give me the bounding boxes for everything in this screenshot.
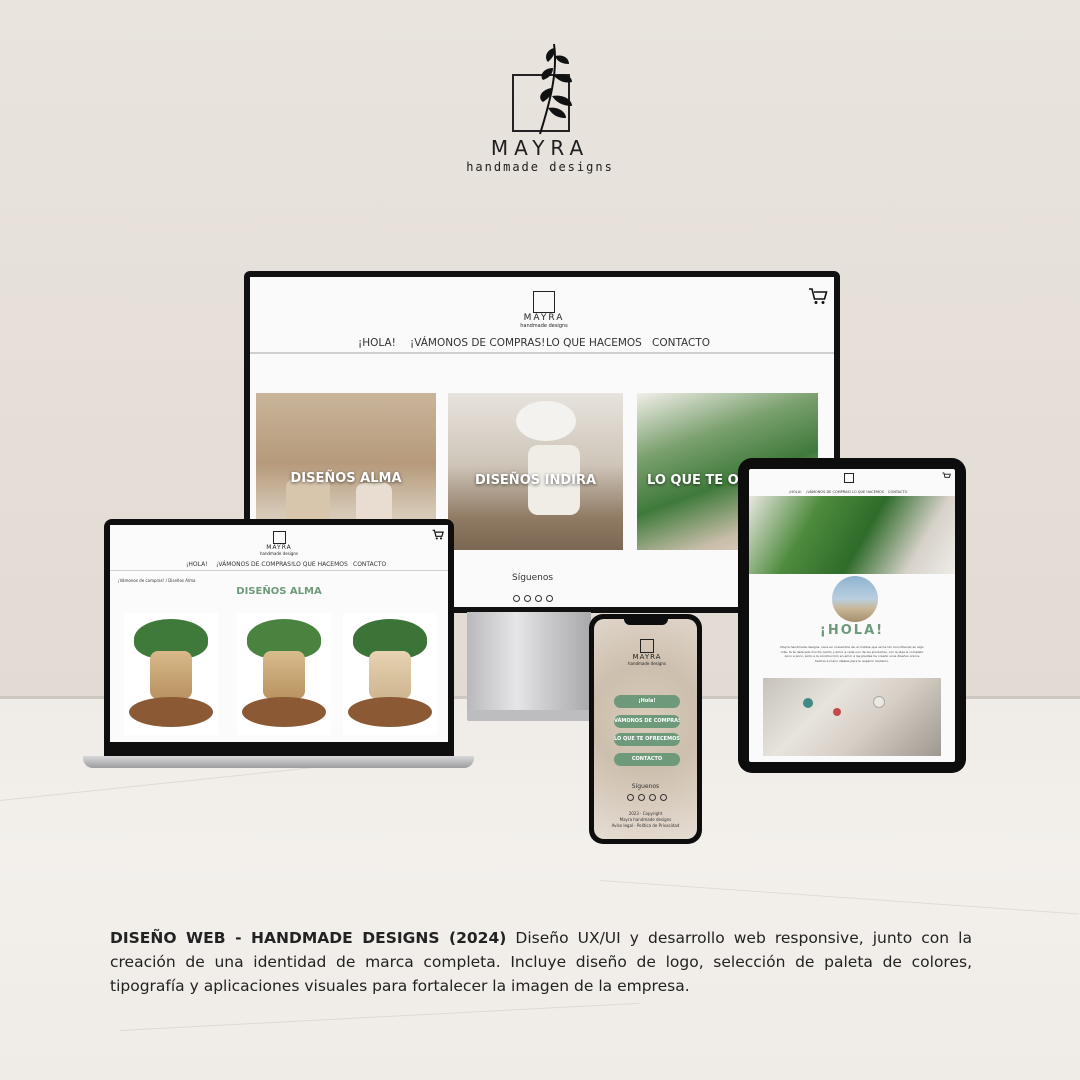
card-indira[interactable]: DISEÑOS INDIRA [448, 393, 623, 550]
desktop-social [513, 595, 553, 602]
desktop-follow: Síguenos [512, 573, 554, 583]
nav-hacemos[interactable]: LO QUE HACEMOS [546, 337, 652, 349]
tablet-nav-hola[interactable]: ¡HOLA! [789, 490, 806, 494]
desktop-nav: ¡HOLA! ¡VÁMONOS DE COMPRAS! LO QUE HACEM… [358, 337, 710, 349]
monitor-stand-base [467, 710, 591, 721]
product-card[interactable] [237, 613, 331, 735]
tiktok-icon[interactable] [660, 794, 667, 801]
phone-btn-contacto[interactable]: CONTACTO [614, 753, 680, 766]
facebook-icon[interactable] [638, 794, 645, 801]
card-alma-label: DISEÑOS ALMA [290, 471, 402, 486]
product-card[interactable] [124, 613, 218, 735]
nav-contacto[interactable]: CONTACTO [652, 337, 710, 349]
tablet-nav-contacto[interactable]: CONTACTO [888, 490, 907, 494]
instagram-icon[interactable] [535, 595, 542, 602]
nav-compras[interactable]: ¡VÁMONOS DE COMPRAS! [410, 337, 546, 349]
desktop-logo[interactable]: MAYRA handmade designs [514, 287, 574, 329]
card-indira-label: DISEÑOS INDIRA [474, 473, 597, 488]
brand-tagline: handmade designs [466, 160, 614, 174]
phone-btn-hola[interactable]: ¡Hola! [614, 695, 680, 708]
product-card[interactable] [343, 613, 437, 735]
laptop-nav-contacto[interactable]: CONTACTO [353, 561, 386, 568]
tablet-body: Mayra handmade designs, nace en noviembr… [780, 645, 924, 663]
leaf-icon [539, 43, 572, 135]
laptop-base [83, 756, 474, 768]
nav-hola[interactable]: ¡HOLA! [358, 337, 410, 349]
whatsapp-icon[interactable] [513, 595, 520, 602]
laptop-page-title: DISEÑOS ALMA [236, 586, 322, 597]
tiktok-icon[interactable] [546, 595, 553, 602]
tablet-screen: ¡HOLA! ¡VÁMONOS DE COMPRAS! LO QUE HACEM… [749, 469, 955, 762]
tablet: ¡HOLA! ¡VÁMONOS DE COMPRAS! LO QUE HACEM… [738, 458, 966, 773]
tablet-nav-compras[interactable]: ¡VÁMONOS DE COMPRAS! [806, 490, 852, 494]
laptop-nav-hola[interactable]: ¡HOLA! [186, 561, 216, 568]
laptop: MAYRA handmade designs ¡HOLA! ¡VÁMONOS D… [104, 519, 454, 756]
laptop-nav-compras[interactable]: ¡VÁMONOS DE COMPRAS! [216, 561, 293, 568]
phone-screen: MAYRA handmade designs ¡Hola! VÁMONOS DE… [594, 619, 697, 839]
tablet-logo[interactable] [844, 473, 854, 483]
phone-notch [624, 619, 668, 625]
laptop-cart-icon[interactable] [432, 529, 444, 540]
whatsapp-icon[interactable] [627, 794, 634, 801]
phone-btn-ofrecemos[interactable]: LO QUE TE OFRECEMOS [614, 733, 680, 746]
phone-follow: Síguenos [631, 783, 660, 790]
header-divider [250, 352, 834, 354]
phone: MAYRA handmade designs ¡Hola! VÁMONOS DE… [589, 614, 702, 844]
breadcrumb[interactable]: ¡Vámonos de compras! / Diseños Alma [118, 578, 195, 583]
monitor-stand [467, 612, 591, 712]
laptop-nav: ¡HOLA! ¡VÁMONOS DE COMPRAS! LO QUE HACEM… [186, 561, 386, 568]
tablet-hero-image [749, 496, 955, 574]
tablet-nav-hacemos[interactable]: LO QUE HACEMOS [852, 490, 888, 494]
laptop-divider [110, 570, 448, 571]
phone-logo[interactable]: MAYRA handmade designs [617, 637, 677, 666]
project-caption: DISEÑO WEB - HANDMADE DESIGNS (2024) Dis… [110, 926, 972, 998]
phone-btn-compras[interactable]: VÁMONOS DE COMPRAS [614, 715, 680, 728]
tablet-heading: ¡HOLA! [819, 623, 885, 638]
caption-title: DISEÑO WEB - HANDMADE DESIGNS (2024) [110, 929, 507, 947]
avatar [832, 576, 878, 622]
phone-social [627, 794, 667, 801]
tablet-workshop-image [763, 678, 941, 756]
phone-footer: 2023 · Copyright Mayra handmade designs … [611, 811, 680, 828]
laptop-logo[interactable]: MAYRA handmade designs [249, 529, 309, 556]
facebook-icon[interactable] [524, 595, 531, 602]
brand-name: MAYRA [490, 136, 590, 160]
brand-logo: MAYRA handmade designs [440, 40, 640, 180]
cart-icon[interactable] [808, 287, 828, 305]
laptop-screen: MAYRA handmade designs ¡HOLA! ¡VÁMONOS D… [110, 525, 448, 742]
tablet-nav: ¡HOLA! ¡VÁMONOS DE COMPRAS! LO QUE HACEM… [789, 490, 907, 494]
laptop-nav-hacemos[interactable]: LO QUE HACEMOS [293, 561, 353, 568]
tablet-cart-icon[interactable] [942, 472, 951, 480]
instagram-icon[interactable] [649, 794, 656, 801]
